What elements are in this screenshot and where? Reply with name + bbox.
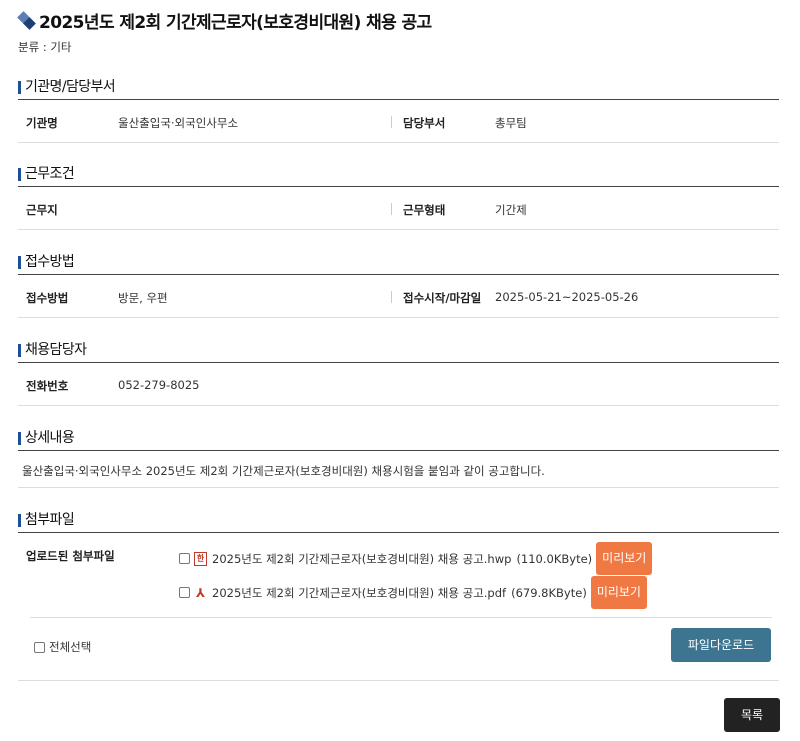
file-checkbox[interactable] (179, 587, 190, 598)
section-work-heading: 근무조건 (18, 165, 779, 187)
receipt-period-label: 접수시작/마감일 (403, 291, 482, 305)
bottom-divider (18, 680, 779, 681)
section-bar-icon (18, 432, 21, 445)
pdf-file-icon: ⅄ (194, 585, 207, 600)
page-title-row: 2025년도 제2회 기간제근로자(보호경비대원) 채용 공고 (17, 8, 432, 33)
file-name-link[interactable]: 2025년도 제2회 기간제근로자(보호경비대원) 채용 공고.hwp (212, 551, 511, 567)
section-bar-icon (18, 81, 21, 94)
section-detail-heading: 상세내용 (18, 429, 779, 451)
column-separator (391, 291, 392, 303)
section-org-heading: 기관명/담당부서 (18, 78, 779, 100)
section-bar-icon (18, 168, 21, 181)
file-checkbox[interactable] (179, 553, 190, 564)
dept-label: 담당부서 (403, 116, 446, 130)
receipt-method-label: 접수방법 (26, 291, 69, 305)
receipt-method-value: 방문, 우편 (118, 291, 168, 305)
title-diamond-icon (17, 10, 36, 30)
section-receipt-heading: 접수방법 (18, 253, 779, 275)
phone-label: 전화번호 (26, 379, 69, 393)
file-download-button[interactable]: 파일다운로드 (671, 628, 771, 662)
info-row-work: 근무지 근무형태 기간제 (18, 188, 779, 230)
section-bar-icon (18, 256, 21, 269)
info-row-contact: 전화번호 052-279-8025 (18, 364, 779, 406)
page-title: 2025년도 제2회 기간제근로자(보호경비대원) 채용 공고 (39, 13, 432, 33)
workplace-label: 근무지 (26, 203, 58, 217)
list-button[interactable]: 목록 (724, 698, 780, 732)
section-bar-icon (18, 344, 21, 357)
select-all-label: 전체선택 (49, 640, 92, 654)
column-separator (391, 116, 392, 128)
select-all-control[interactable]: 전체선택 (34, 639, 91, 655)
info-row-receipt: 접수방법 방문, 우편 접수시작/마감일 2025-05-21~2025-05-… (18, 276, 779, 318)
file-size: (679.8KByte) (511, 585, 587, 600)
detail-content: 울산출입국·외국인사무소 2025년도 제2회 기간제근로자(보호경비대원) 채… (18, 452, 779, 488)
attachment-row-hwp: 한 2025년도 제2회 기간제근로자(보호경비대원) 채용 공고.hwp (1… (179, 542, 653, 575)
detail-text: 울산출입국·외국인사무소 2025년도 제2회 기간제근로자(보호경비대원) 채… (22, 464, 545, 478)
phone-value: 052-279-8025 (118, 378, 200, 392)
section-attachments-heading: 첨부파일 (18, 511, 779, 533)
column-separator (391, 203, 392, 215)
file-name-link[interactable]: 2025년도 제2회 기간제근로자(보호경비대원) 채용 공고.pdf (212, 585, 506, 601)
work-type-label: 근무형태 (403, 203, 446, 217)
file-size: (110.0KByte) (516, 551, 593, 566)
hwp-file-icon: 한 (194, 551, 207, 566)
attachments-label: 업로드된 첨부파일 (26, 549, 115, 563)
preview-button[interactable]: 미리보기 (596, 542, 653, 575)
select-all-checkbox[interactable] (34, 641, 45, 653)
org-label: 기관명 (26, 116, 58, 130)
category-label: 분류 : 기타 (18, 40, 72, 54)
attachment-row-pdf: ⅄ 2025년도 제2회 기간제근로자(보호경비대원) 채용 공고.pdf (6… (179, 576, 647, 609)
work-type-value: 기간제 (495, 203, 527, 217)
section-bar-icon (18, 514, 21, 527)
info-row-org: 기관명 울산출입국·외국인사무소 담당부서 총무팀 (18, 101, 779, 143)
attachment-divider (30, 617, 772, 618)
org-value: 울산출입국·외국인사무소 (118, 116, 239, 130)
section-contact-heading: 채용담당자 (18, 341, 779, 363)
preview-button[interactable]: 미리보기 (590, 576, 647, 609)
receipt-period-value: 2025-05-21~2025-05-26 (495, 290, 639, 304)
dept-value: 총무팀 (495, 116, 527, 130)
